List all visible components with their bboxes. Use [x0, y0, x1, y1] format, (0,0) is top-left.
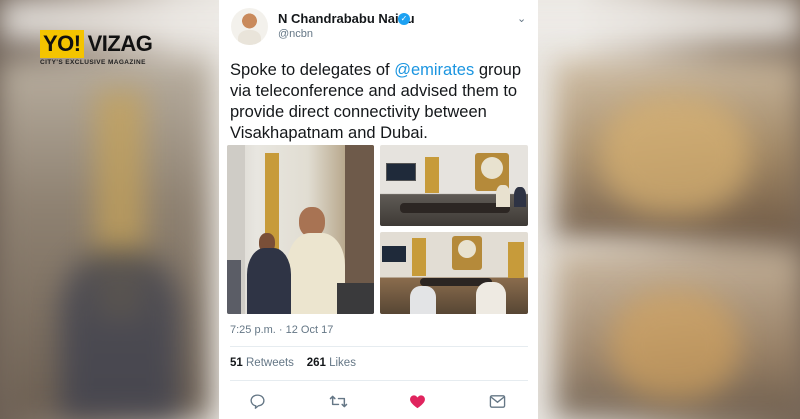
logo-yo-text: YO! — [40, 30, 84, 58]
tweet-text: Spoke to delegates of @emirates group vi… — [230, 60, 530, 144]
tweet-photos — [227, 145, 528, 314]
author-name[interactable]: N Chandrababu Naidu — [278, 11, 415, 26]
background-blur-left-figure — [60, 250, 180, 419]
tweet-text-part-1: Spoke to delegates of — [230, 61, 395, 79]
tweet-stats: 51 Retweets 261 Likes — [230, 357, 356, 369]
background-blur-right-top-accent — [600, 95, 750, 215]
direct-message-icon[interactable] — [487, 391, 507, 411]
site-logo: YO! VIZAG CITY'S EXCLUSIVE MAGAZINE — [40, 30, 153, 66]
retweet-icon[interactable] — [328, 391, 348, 411]
verified-badge-icon: ✓ — [398, 13, 410, 25]
retweets-label: Retweets — [246, 357, 294, 369]
likes-count: 261 — [306, 357, 326, 369]
mention-link[interactable]: @emirates — [394, 61, 474, 79]
background-blur-right-bottom-accent — [610, 290, 740, 400]
likes-stat[interactable]: 261 Likes — [307, 357, 356, 369]
logo-vizag-text: VIZAG — [87, 31, 153, 56]
logo-tagline: CITY'S EXCLUSIVE MAGAZINE — [40, 59, 146, 66]
reply-icon[interactable] — [247, 391, 267, 411]
like-heart-icon[interactable] — [407, 391, 427, 411]
tweet-timestamp[interactable]: 7:25 p.m. · 12 Oct 17 — [230, 324, 333, 336]
author-handle[interactable]: @ncbn — [278, 28, 313, 40]
avatar[interactable] — [231, 8, 268, 45]
photo-meeting-main[interactable] — [227, 145, 374, 314]
photo-conference-wide[interactable] — [380, 232, 528, 314]
divider-top — [230, 346, 528, 347]
likes-label: Likes — [329, 357, 356, 369]
retweets-count: 51 — [230, 357, 243, 369]
retweets-stat[interactable]: 51 Retweets — [230, 357, 294, 369]
caret-down-icon[interactable]: ⌄ — [517, 12, 526, 25]
tweet-actions — [219, 391, 538, 411]
photo-conference-room[interactable] — [380, 145, 528, 226]
tweet-card: N Chandrababu Naidu ✓ @ncbn ⌄ Spoke to d… — [219, 0, 538, 419]
divider-bottom — [230, 380, 528, 381]
